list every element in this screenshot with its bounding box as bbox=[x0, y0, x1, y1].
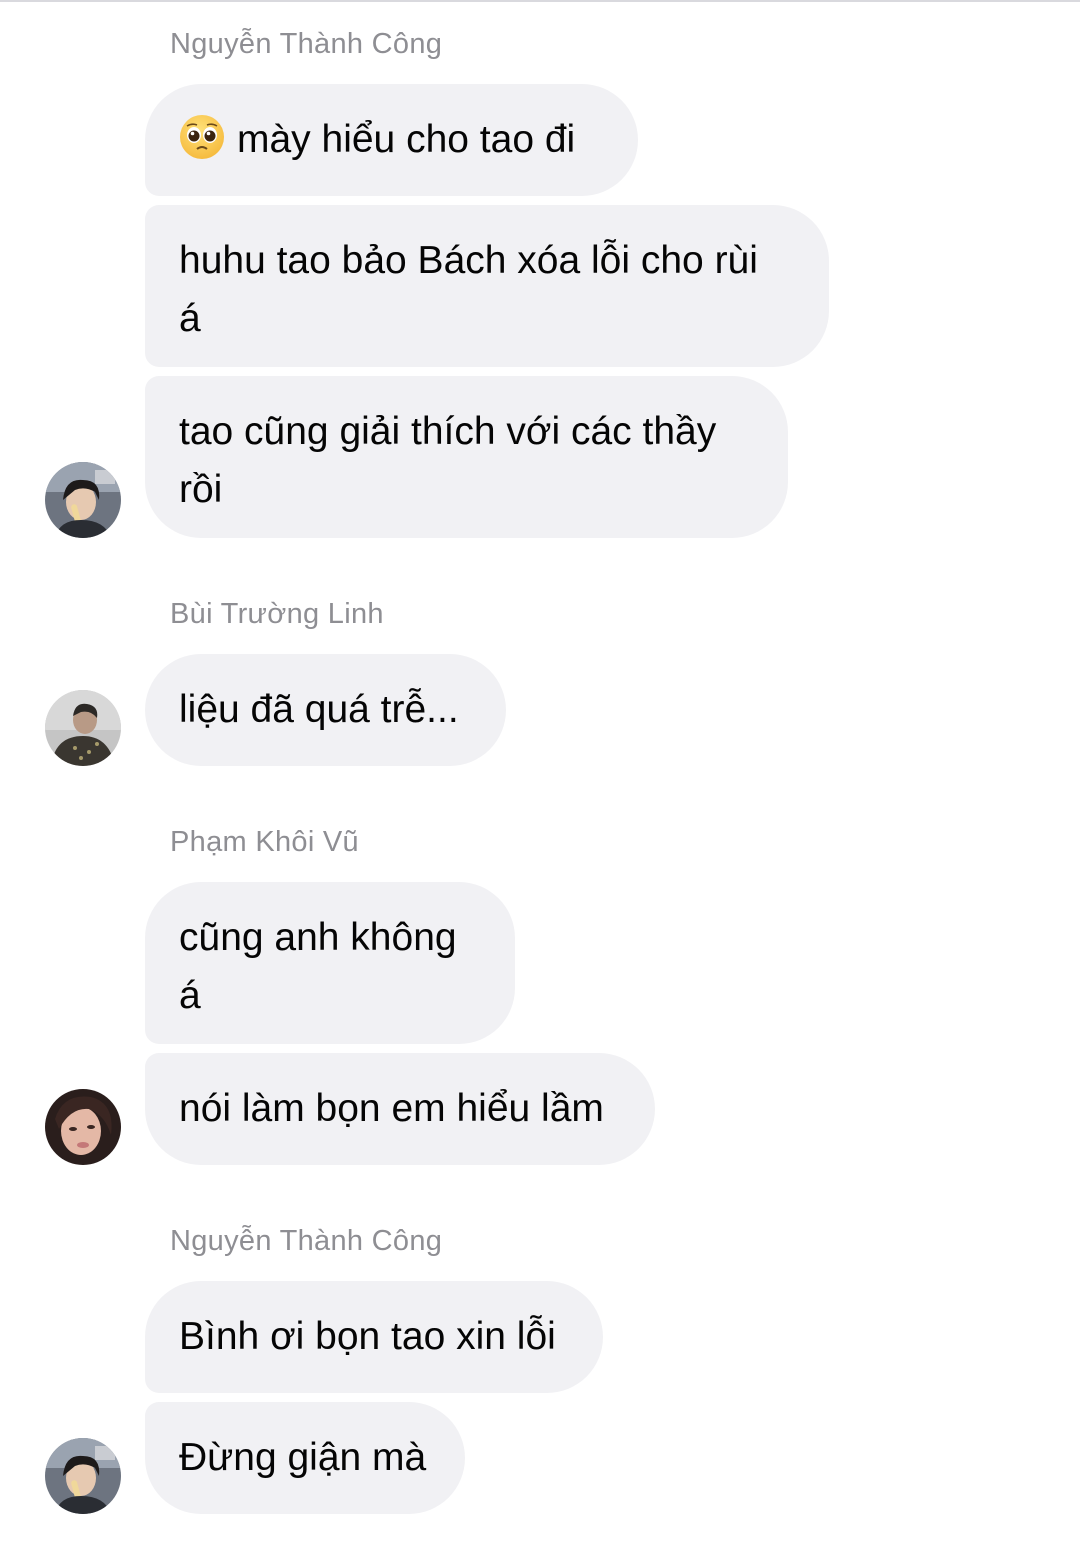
message-bubble[interactable]: nói làm bọn em hiểu lầm bbox=[145, 1053, 655, 1165]
pleading-face-emoji bbox=[179, 114, 225, 160]
avatar[interactable] bbox=[45, 1089, 121, 1165]
message-text: Đừng giận mà bbox=[179, 1436, 427, 1479]
message-text: mày hiểu cho tao đi bbox=[237, 118, 576, 161]
message-text-line: tao cũng giải thích với các thầy bbox=[179, 410, 717, 453]
top-divider bbox=[0, 0, 1080, 2]
avatar[interactable] bbox=[45, 1438, 121, 1514]
message-text: Bình ơi bọn tao xin lỗi bbox=[179, 1315, 556, 1358]
message-text-line: á bbox=[179, 297, 201, 340]
sender-name: Nguyễn Thành Công bbox=[170, 28, 443, 60]
message-text-line: rồi bbox=[179, 468, 223, 511]
sender-name: Nguyễn Thành Công bbox=[170, 1225, 443, 1257]
message-bubble[interactable]: Đừng giận mà bbox=[145, 1402, 465, 1514]
message-text-line: á bbox=[179, 974, 201, 1017]
avatar[interactable] bbox=[45, 690, 121, 766]
message-text-line: huhu tao bảo Bách xóa lỗi cho rùi bbox=[179, 239, 758, 282]
message-text: liệu đã quá trễ... bbox=[179, 688, 459, 731]
message-bubble[interactable]: cũng anh không á bbox=[145, 882, 515, 1044]
message-text-line: cũng anh không bbox=[179, 916, 457, 959]
sender-name: Bùi Trường Linh bbox=[170, 598, 384, 630]
message-bubble[interactable]: tao cũng giải thích với các thầy rồi bbox=[145, 376, 788, 538]
avatar[interactable] bbox=[45, 462, 121, 538]
message-bubble[interactable]: liệu đã quá trễ... bbox=[145, 654, 506, 766]
sender-name: Phạm Khôi Vũ bbox=[170, 826, 359, 858]
message-bubble[interactable]: huhu tao bảo Bách xóa lỗi cho rùi á bbox=[145, 205, 829, 367]
message-bubble[interactable]: Bình ơi bọn tao xin lỗi bbox=[145, 1281, 603, 1393]
message-bubble[interactable]: mày hiểu cho tao đi bbox=[145, 84, 638, 196]
message-text: nói làm bọn em hiểu lầm bbox=[179, 1087, 604, 1130]
